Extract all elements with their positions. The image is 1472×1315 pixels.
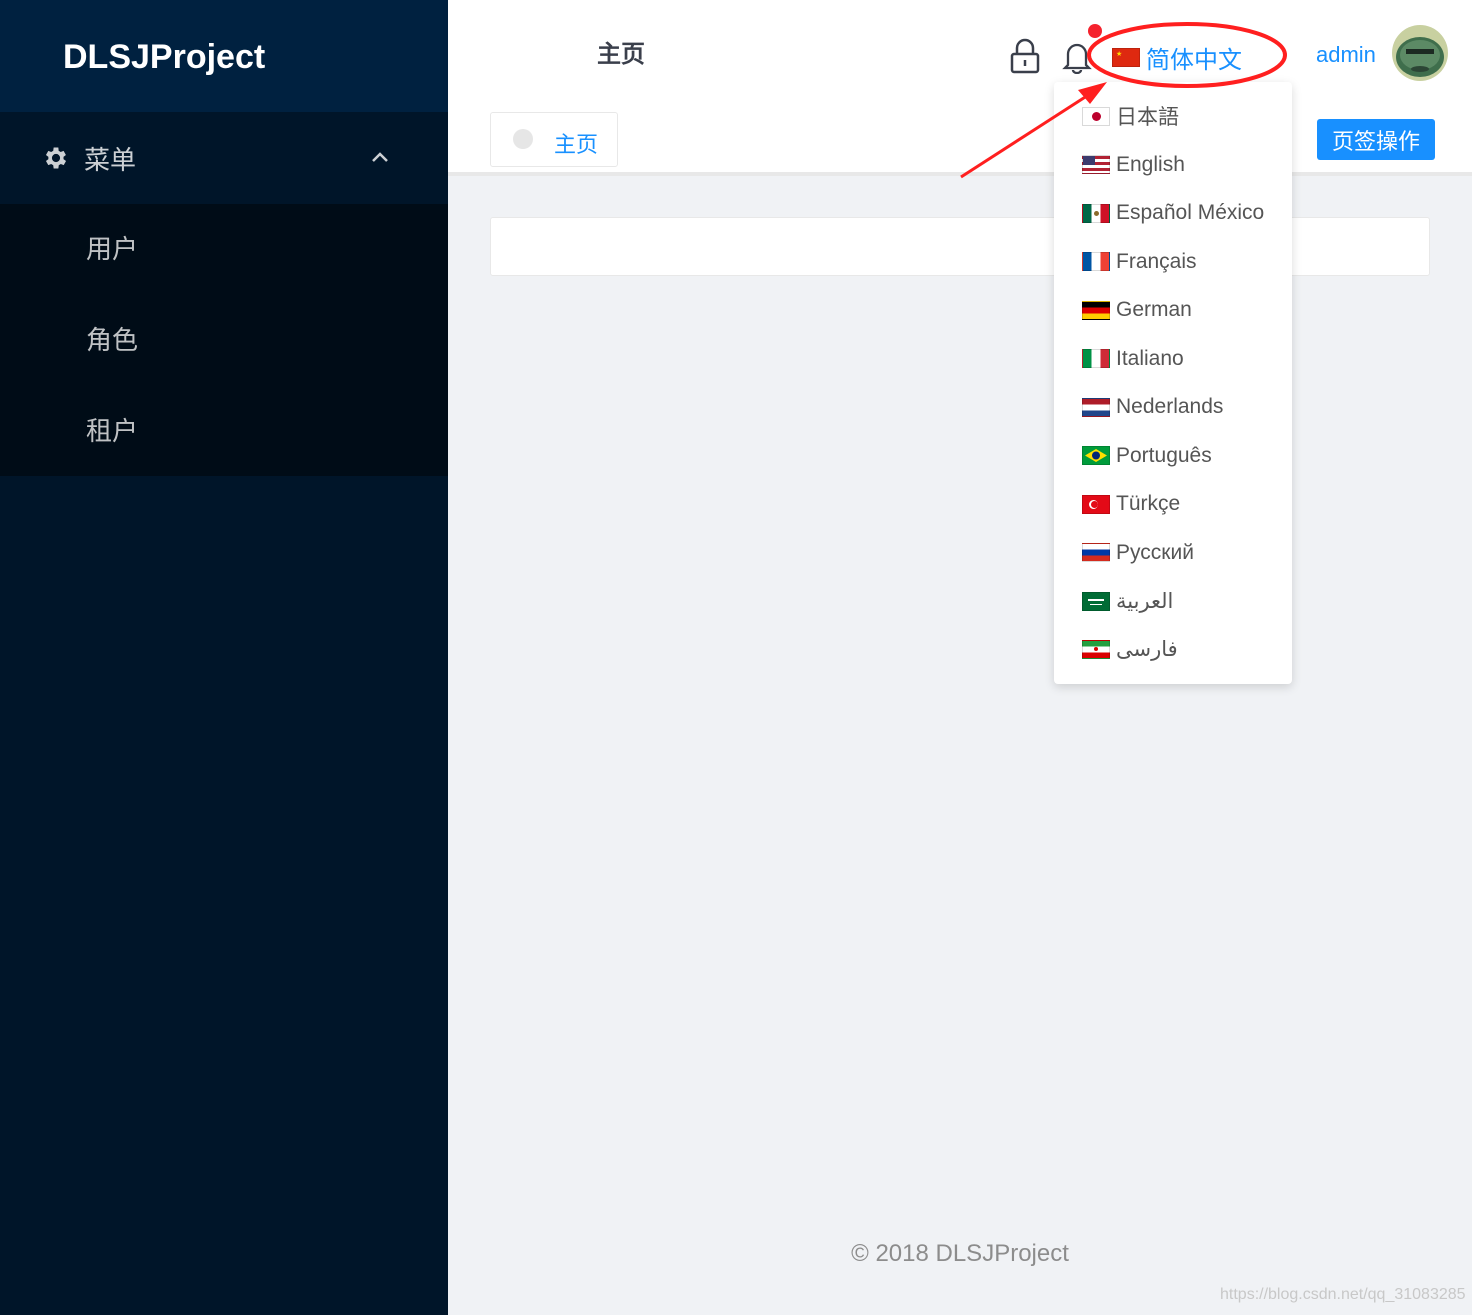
usa-flag-icon (1082, 155, 1110, 175)
germany-flag-icon (1082, 300, 1110, 320)
language-dropdown: 日本語 English Español México Français Germ… (1054, 82, 1292, 684)
footer-copyright: © 2018 DLSJProject (851, 1240, 1069, 1267)
language-selector[interactable]: ★ 简体中文 (1112, 40, 1242, 75)
menu-group-header[interactable]: 菜单 (0, 112, 448, 204)
language-option-label: العربية (1116, 589, 1174, 613)
language-option-persian[interactable]: فارسی (1054, 626, 1292, 675)
language-option-label: Nederlands (1116, 395, 1224, 419)
language-option-label: Français (1116, 249, 1197, 273)
top-header: 主页 ★ 简体中文 admin (448, 0, 1472, 104)
app-logo-title[interactable]: DLSJProject (0, 0, 448, 112)
menu-group-label: 菜单 (84, 144, 137, 175)
lock-icon[interactable] (1008, 38, 1042, 74)
notification-badge (1088, 24, 1102, 38)
language-option-turkish[interactable]: Türkçe (1054, 480, 1292, 529)
russia-flag-icon (1082, 543, 1110, 563)
language-option-russian[interactable]: Русский (1054, 529, 1292, 578)
language-option-portuguese[interactable]: Português (1054, 432, 1292, 481)
sidebar-item-roles[interactable]: 角色 (0, 295, 448, 386)
language-option-label: 日本語 (1116, 106, 1179, 130)
sidebar: DLSJProject 菜单 用户 角色 租户 (0, 0, 448, 1315)
tab-label: 主页 (554, 132, 599, 157)
iran-flag-icon (1082, 640, 1110, 660)
language-option-french[interactable]: Français (1054, 238, 1292, 287)
bell-icon[interactable] (1060, 38, 1094, 74)
netherlands-flag-icon (1082, 397, 1110, 417)
italy-flag-icon (1082, 349, 1110, 369)
page-title: 主页 (597, 41, 645, 68)
tab-operations-button[interactable]: 页签操作 (1317, 119, 1435, 160)
language-option-label: Italiano (1116, 346, 1184, 370)
language-option-dutch[interactable]: Nederlands (1054, 383, 1292, 432)
language-option-label: German (1116, 298, 1192, 322)
language-option-italian[interactable]: Italiano (1054, 335, 1292, 384)
language-option-label: Español México (1116, 201, 1265, 225)
submenu: 用户 角色 租户 (0, 204, 448, 476)
user-name[interactable]: admin (1316, 42, 1376, 68)
japan-flag-icon (1082, 106, 1110, 126)
turkey-flag-icon (1082, 494, 1110, 514)
gear-icon (45, 147, 67, 169)
sidebar-item-users[interactable]: 用户 (0, 204, 448, 295)
language-option-english[interactable]: English (1054, 141, 1292, 190)
current-language-label: 简体中文 (1146, 47, 1242, 74)
language-option-german[interactable]: German (1054, 286, 1292, 335)
tab-home[interactable]: 主页 (490, 112, 618, 167)
mexico-flag-icon (1082, 203, 1110, 223)
language-option-label: Português (1116, 443, 1212, 467)
language-option-arabic[interactable]: العربية (1054, 577, 1292, 626)
watermark: https://blog.csdn.net/qq_31083285 (1220, 1286, 1466, 1303)
sidebar-item-tenants[interactable]: 租户 (0, 386, 448, 477)
language-option-label: Türkçe (1116, 492, 1181, 516)
language-option-label: Русский (1116, 540, 1194, 564)
language-option-label: فارسی (1116, 638, 1178, 662)
tab-status-dot (513, 129, 533, 149)
france-flag-icon (1082, 252, 1110, 272)
china-flag-icon: ★ (1112, 48, 1140, 67)
avatar[interactable] (1392, 25, 1448, 81)
brazil-flag-icon (1082, 446, 1110, 466)
tab-bar: 主页 页签操作 (448, 104, 1472, 176)
language-option-japanese[interactable]: 日本語 (1054, 92, 1292, 141)
chevron-up-icon (372, 152, 388, 162)
language-option-spanish-mexico[interactable]: Español México (1054, 189, 1292, 238)
language-option-label: English (1116, 152, 1185, 176)
saudi-arabia-flag-icon (1082, 591, 1110, 611)
